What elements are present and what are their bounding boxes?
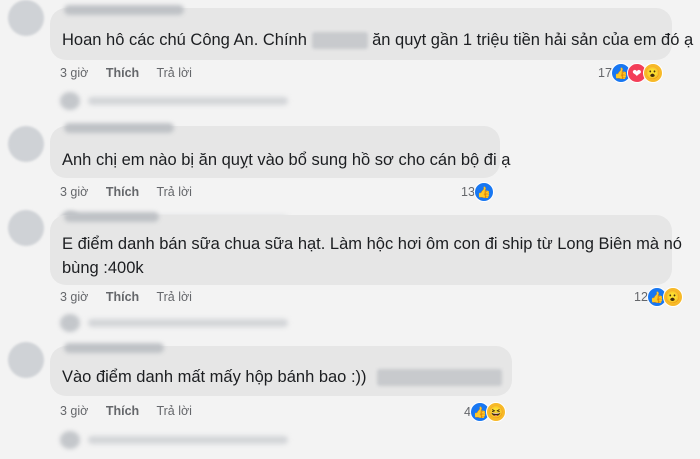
comment-text-part1: Hoan hô các chú Công An. Chính [62, 31, 312, 49]
author-name-redacted[interactable] [64, 5, 184, 15]
comment-actions: 3 giờ Thích Trả lời [60, 290, 206, 304]
comment-text: Hoan hô các chú Công An. Chính ăn quyt g… [62, 28, 693, 53]
author-name-redacted[interactable] [64, 343, 164, 353]
reaction-summary[interactable]: 4 👍 😆 [464, 402, 506, 422]
reaction-summary[interactable]: 13 👍 [461, 182, 494, 202]
like-button[interactable]: Thích [106, 404, 139, 418]
comment-actions: 3 giờ Thích Trả lời [60, 404, 206, 418]
comment-bubble: Hoan hô các chú Công An. Chính ăn quyt g… [50, 5, 693, 60]
comment-text: Anh chị em nào bị ăn quỵt vào bổ sung hồ… [62, 151, 511, 169]
timestamp[interactable]: 3 giờ [60, 66, 88, 80]
comment-bubble: Anh chị em nào bị ăn quỵt vào bổ sung hồ… [50, 123, 510, 178]
like-button[interactable]: Thích [106, 290, 139, 304]
comment-text: Vào điểm danh mất mấy hộp bánh bao :)) [62, 365, 503, 390]
comment-text-part2: ăn quyt gần 1 triệu tiền hải sản của em … [372, 31, 694, 49]
reaction-count: 17 [598, 66, 612, 80]
reply-button[interactable]: Trả lời [156, 185, 192, 199]
reply-button[interactable]: Trả lời [156, 66, 192, 80]
author-name-redacted[interactable] [64, 123, 174, 133]
comment-text-line1: E điểm danh bán sữa chua sữa hạt. Làm hộ… [62, 235, 682, 253]
haha-icon: 😆 [485, 402, 506, 422]
comment-bubble: Vào điểm danh mất mấy hộp bánh bao :)) [50, 343, 512, 396]
avatar[interactable] [8, 210, 44, 246]
reply-button[interactable]: Trả lời [156, 404, 192, 418]
comment-actions: 3 giờ Thích Trả lời [60, 185, 206, 199]
comment-text-content: Vào điểm danh mất mấy hộp bánh bao :)) [62, 368, 367, 386]
avatar[interactable] [8, 342, 44, 378]
timestamp[interactable]: 3 giờ [60, 185, 88, 199]
author-name-redacted[interactable] [64, 212, 159, 222]
timestamp[interactable]: 3 giờ [60, 290, 88, 304]
comment-actions: 3 giờ Thích Trả lời [60, 66, 206, 80]
avatar[interactable] [8, 0, 44, 36]
redacted-tag [377, 369, 503, 387]
like-button[interactable]: Thích [106, 185, 139, 199]
reply-preview-redacted[interactable] [60, 92, 300, 110]
timestamp[interactable]: 3 giờ [60, 404, 88, 418]
avatar[interactable] [8, 126, 44, 162]
reaction-summary[interactable]: 17 👍 ❤ 😮 [598, 63, 663, 83]
wow-icon: 😮 [642, 63, 663, 83]
comment-text-line2: bùng :400k [62, 259, 144, 277]
reaction-count: 13 [461, 185, 475, 199]
reaction-summary[interactable]: 12 👍 😮 [634, 287, 683, 307]
reply-preview-redacted[interactable] [60, 431, 300, 449]
reaction-count: 12 [634, 290, 648, 304]
like-icon: 👍 [473, 182, 494, 202]
like-button[interactable]: Thích [106, 66, 139, 80]
comment-bubble: E điểm danh bán sữa chua sữa hạt. Làm hộ… [50, 212, 682, 285]
wow-icon: 😮 [662, 287, 683, 307]
reply-preview-redacted[interactable] [60, 314, 300, 332]
reply-button[interactable]: Trả lời [156, 290, 192, 304]
redacted-name [311, 32, 368, 50]
